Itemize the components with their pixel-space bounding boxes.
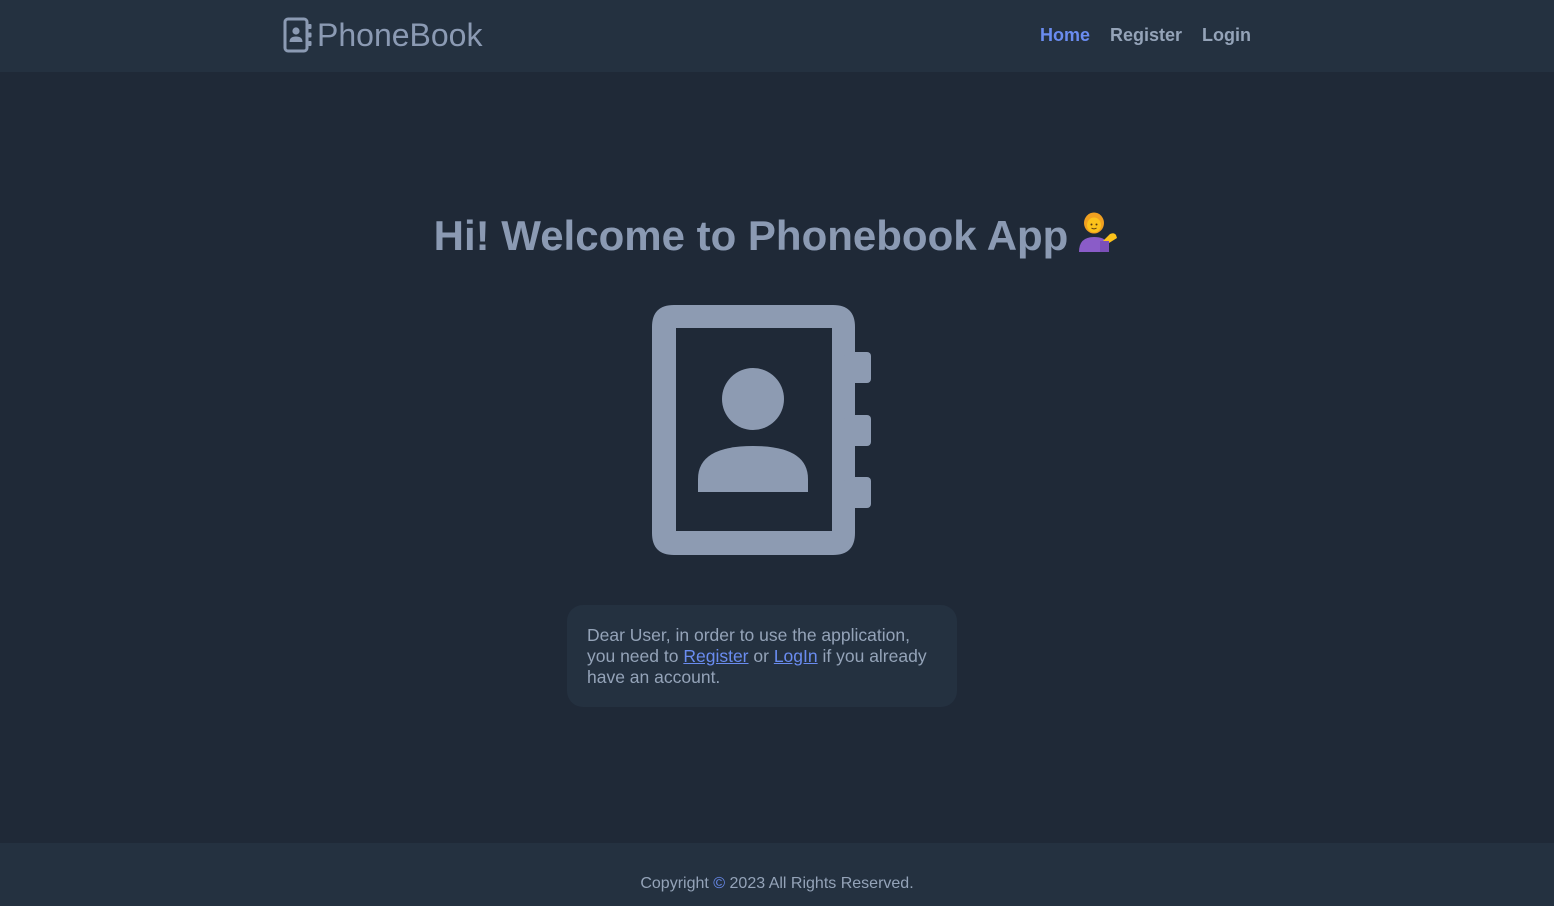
main-nav: Home Register Login bbox=[1040, 24, 1251, 46]
copyright-symbol: © bbox=[713, 875, 726, 892]
notice-text-middle: or bbox=[753, 646, 769, 666]
notice-register-link[interactable]: Register bbox=[683, 646, 748, 666]
site-footer: Copyright © 2023 All Rights Reserved. bbox=[0, 843, 1554, 906]
nav-register-link[interactable]: Register bbox=[1110, 24, 1182, 46]
notice-login-link[interactable]: LogIn bbox=[774, 646, 818, 666]
person-tipping-hand-icon bbox=[1079, 212, 1118, 252]
welcome-heading: Hi! Welcome to Phonebook App bbox=[0, 210, 1554, 261]
auth-notice: Dear User, in order to use the applicati… bbox=[567, 605, 957, 707]
site-header: PhoneBook Home Register Login bbox=[0, 0, 1554, 72]
address-book-icon bbox=[283, 17, 312, 53]
main-content: Hi! Welcome to Phonebook App Dear User, … bbox=[0, 72, 1554, 843]
brand-name: PhoneBook bbox=[317, 17, 483, 53]
copyright-text: Copyright © 2023 All Rights Reserved. bbox=[0, 874, 1554, 894]
welcome-text: Hi! Welcome to Phonebook App bbox=[433, 212, 1069, 259]
copyright-year-text: 2023 All Rights Reserved. bbox=[729, 875, 914, 892]
brand-logo-link[interactable]: PhoneBook bbox=[283, 15, 482, 55]
nav-home-link[interactable]: Home bbox=[1040, 24, 1090, 46]
copyright-label: Copyright bbox=[640, 875, 709, 892]
nav-login-link[interactable]: Login bbox=[1202, 24, 1251, 46]
address-book-icon bbox=[652, 305, 871, 555]
